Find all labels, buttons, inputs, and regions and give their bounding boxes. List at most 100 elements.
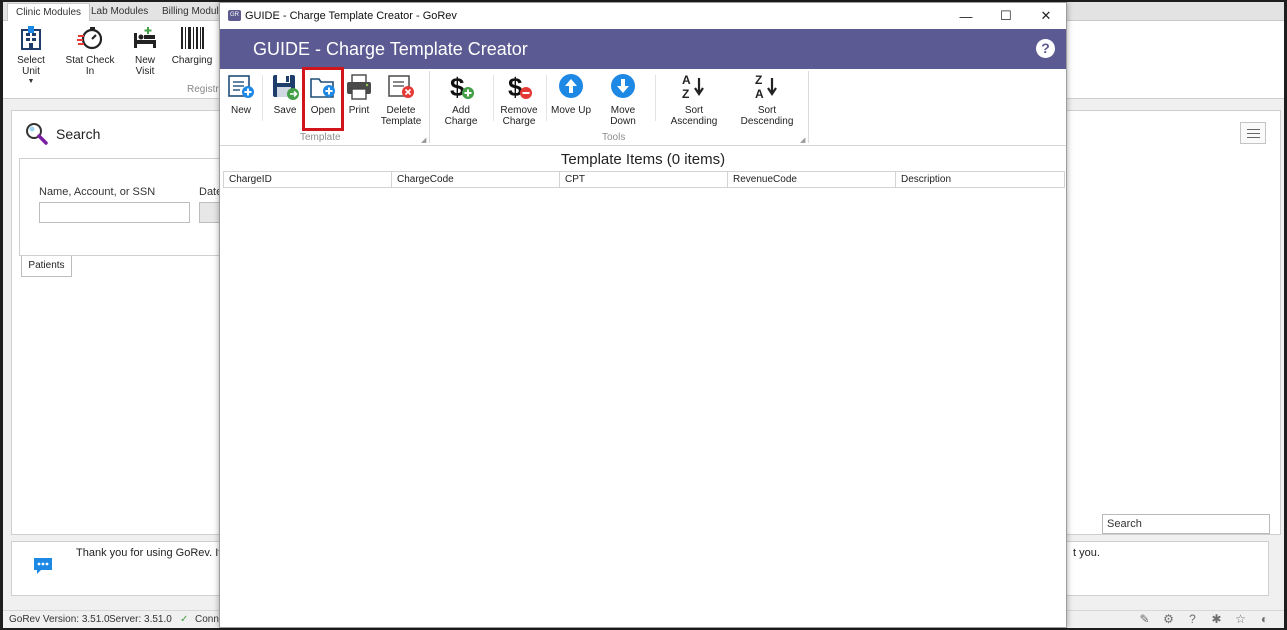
button-separator [655, 75, 656, 121]
save-button[interactable]: Save [268, 72, 302, 116]
new-visit-button[interactable]: New Visit [125, 24, 165, 77]
print-button[interactable]: Print [344, 72, 374, 116]
search-input[interactable]: Search [1102, 514, 1270, 534]
menu-icon[interactable] [1240, 122, 1266, 144]
save-icon [273, 75, 299, 100]
template-ribbon: New Save Open Print Delete Template Temp… [220, 67, 1066, 146]
stopwatch-icon [77, 27, 103, 50]
svg-text:Z: Z [755, 73, 762, 87]
search-header: Search [24, 121, 100, 147]
open-label: Open [310, 105, 336, 116]
grid-title: Template Items (0 items) [560, 151, 726, 168]
dialog-banner: GUIDE - Charge Template Creator ? [220, 29, 1066, 69]
help-icon[interactable]: ? [1036, 39, 1055, 58]
move-down-label: Move Down [610, 105, 636, 127]
arrow-down-icon [611, 74, 635, 98]
help-icon[interactable]: ? [1185, 612, 1200, 627]
chevron-down-icon: ▼ [27, 78, 35, 85]
column-header-revenuecode[interactable]: RevenueCode [728, 172, 896, 187]
remove-charge-icon: $ [508, 72, 532, 102]
check-icon: ✓ [180, 614, 189, 625]
window-title: GUIDE - Charge Template Creator - GoRev [245, 10, 457, 22]
charging-button[interactable]: Charging [171, 24, 213, 66]
svg-text:A: A [755, 87, 764, 101]
tools-group-label: Tools [602, 132, 626, 143]
template-group-label: Template [300, 132, 341, 143]
sort-descending-icon: Z A [755, 73, 777, 101]
new-label: New [230, 105, 251, 116]
tab-patients[interactable]: Patients [21, 256, 72, 277]
move-up-button[interactable]: Move Up [551, 72, 591, 116]
message-text-end: t you. [1073, 547, 1100, 559]
select-unit-button[interactable]: Select Unit ▼ [7, 24, 55, 85]
star-icon[interactable]: ☆ [1233, 612, 1248, 627]
palette-icon[interactable]: ◐ [1257, 612, 1272, 627]
close-button[interactable]: ✕ [1026, 3, 1066, 29]
column-header-description[interactable]: Description [896, 172, 1064, 187]
open-button[interactable]: Open [302, 67, 344, 131]
barcode-icon [181, 27, 204, 49]
grid-header: ChargeID ChargeCode CPT RevenueCode Desc… [223, 171, 1065, 188]
svg-text:$: $ [508, 72, 523, 102]
column-header-chargecode[interactable]: ChargeCode [392, 172, 560, 187]
tab-clinic-modules[interactable]: Clinic Modules [7, 3, 91, 22]
column-header-chargeid[interactable]: ChargeID [224, 172, 392, 187]
svg-text:Z: Z [682, 87, 689, 101]
new-button[interactable]: New [225, 72, 257, 116]
sort-ascending-button[interactable]: A Z Sort Ascending [662, 72, 726, 127]
sort-ascending-label: Sort Ascending [670, 105, 718, 127]
name-account-ssn-input[interactable] [39, 202, 190, 223]
delete-document-icon [388, 75, 414, 98]
delete-template-label: Delete Template [380, 105, 422, 127]
save-label: Save [273, 105, 297, 116]
lightbulb-icon[interactable]: ✎ [1137, 612, 1152, 627]
bed-icon [134, 27, 156, 48]
delete-template-button[interactable]: Delete Template [380, 72, 422, 127]
app-logo-icon: GR [228, 10, 241, 21]
sort-descending-button[interactable]: Z A Sort Descending [732, 72, 802, 127]
connection-label: Conn [195, 614, 219, 625]
search-title: Search [56, 126, 101, 142]
bug-icon[interactable]: ✱ [1209, 612, 1224, 627]
stat-check-in-label: Stat Check In [65, 55, 115, 77]
charge-template-dialog: GR GUIDE - Charge Template Creator - GoR… [219, 2, 1067, 628]
select-unit-label: Select Unit [17, 55, 45, 77]
open-folder-icon [310, 78, 335, 98]
remove-charge-label: Remove Charge [500, 105, 538, 127]
search-criteria-box: Name, Account, or SSN Date [19, 158, 249, 256]
maximize-button[interactable]: ☐ [986, 3, 1026, 29]
sort-descending-label: Sort Descending [740, 105, 794, 127]
new-document-icon [228, 75, 254, 98]
tab-lab-modules[interactable]: Lab Modules [83, 3, 156, 21]
move-up-label: Move Up [551, 105, 592, 116]
printer-icon [347, 74, 371, 100]
add-charge-icon: $ [450, 72, 474, 102]
server-label: Server: 3.51.0 [109, 614, 172, 625]
dialog-launcher-icon[interactable]: ◢ [421, 136, 426, 144]
window-titlebar: GR GUIDE - Charge Template Creator - GoR… [220, 3, 1066, 29]
add-charge-button[interactable]: $ Add Charge [435, 72, 487, 127]
button-separator [546, 75, 547, 121]
svg-text:$: $ [450, 72, 465, 102]
arrow-up-icon [559, 74, 583, 98]
dialog-launcher-icon[interactable]: ◢ [800, 136, 805, 144]
button-separator [262, 75, 263, 121]
sort-ascending-icon: A Z [682, 73, 704, 101]
version-label: GoRev Version: 3.51.0 [9, 614, 110, 625]
print-label: Print [348, 105, 370, 116]
chat-icon [34, 558, 52, 574]
charging-label: Charging [171, 55, 213, 66]
minimize-button[interactable]: — [946, 3, 986, 29]
move-down-button[interactable]: Move Down [597, 72, 649, 127]
remove-charge-button[interactable]: $ Remove Charge [498, 72, 540, 127]
search-icon [26, 123, 48, 145]
status-icons: ✎ ⚙ ? ✱ ☆ ◐ [1137, 612, 1272, 627]
stat-check-in-button[interactable]: Stat Check In [61, 24, 119, 77]
button-separator [493, 75, 494, 121]
gear-icon[interactable]: ⚙ [1161, 612, 1176, 627]
message-text: Thank you for using GoRev. It [76, 547, 222, 559]
svg-text:A: A [682, 73, 691, 87]
group-separator [808, 71, 809, 143]
column-header-cpt[interactable]: CPT [560, 172, 728, 187]
new-visit-label: New Visit [134, 55, 155, 77]
